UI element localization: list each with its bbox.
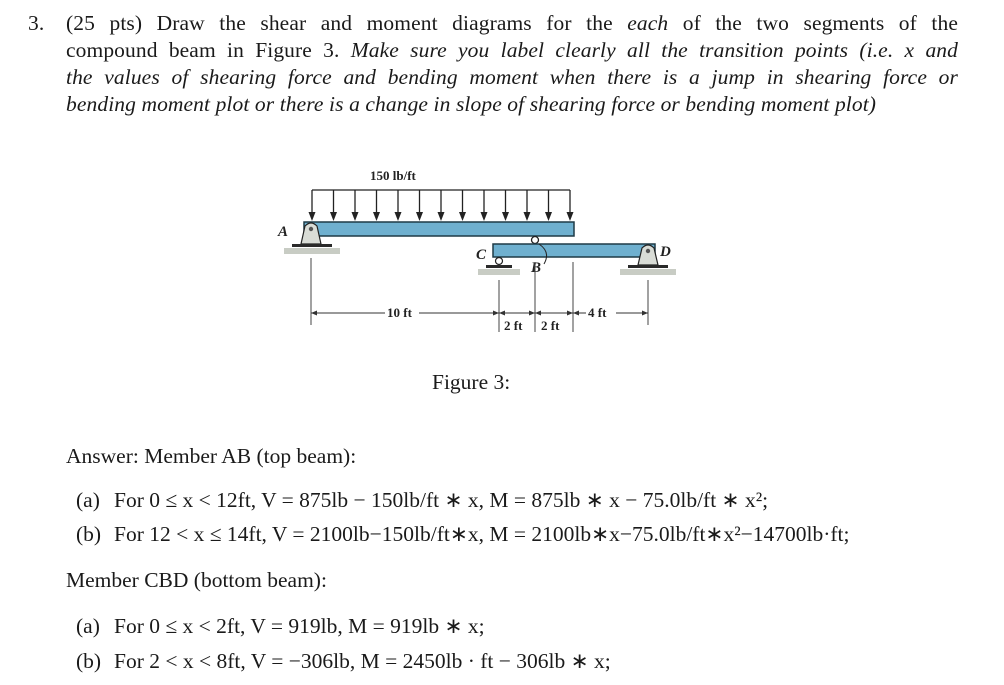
problem-line-3: the values of shearing force and bending… (66, 65, 958, 89)
problem-line-4: bending moment plot or there is a change… (66, 92, 877, 116)
problem-statement: 3. (25 pts) Draw the shear and moment di… (28, 10, 958, 118)
problem-line-2-plain: compound beam in Figure 3. (66, 38, 351, 62)
member-ab-heading: Answer: Member AB (top beam): (66, 444, 357, 468)
beam-diagram: 150 lb/ft A C B D 10 ft 2 ft 2 ft 4 ft (277, 168, 676, 333)
point-c-label: C (476, 247, 487, 263)
problem-line-2-italic: Make sure you label clearly all the tran… (350, 38, 958, 62)
load-arrows (308, 190, 574, 221)
dimension-label-d: 4 ft (588, 305, 607, 320)
distributed-load-label: 150 lb/ft (370, 168, 417, 183)
problem-line-1-emphasis: each (627, 11, 669, 35)
case-equation: For 2 < x < 8ft, V = −306lb, M = 2450lb … (114, 649, 611, 673)
dimension-label-b-end: 2 ft (541, 318, 560, 333)
problem-number: 3. (28, 11, 45, 35)
case-equation: For 0 ≤ x < 12ft, V = 875lb − 150lb/ft ∗… (114, 488, 769, 512)
member-ab-case-a: (a) For 0 ≤ x < 12ft, V = 875lb − 150lb/f… (76, 488, 768, 513)
load-arrow-head (523, 212, 531, 221)
compound-beam-figure: 150 lb/ft A C B D 10 ft 2 ft 2 ft 4 ft (268, 160, 698, 340)
problem-line-1-plain: (25 pts) Draw the shear and moment diagr… (66, 11, 628, 35)
member-cbd-heading: Member CBD (bottom beam): (66, 568, 327, 592)
case-label: (a) (76, 488, 100, 512)
member-cbd-case-b: (b) For 2 < x < 8ft, V = −306lb, M = 2450… (76, 649, 611, 674)
dimension-label-cb: 2 ft (504, 318, 523, 333)
load-arrow-head (416, 212, 423, 221)
case-equation: For 0 ≤ x < 2ft, V = 919lb, M = 919lb ∗ … (114, 614, 485, 638)
load-arrow-head (308, 212, 316, 221)
case-label: (a) (76, 614, 100, 638)
point-d-label: D (659, 244, 671, 260)
load-arrow-head (437, 212, 445, 221)
load-arrow-head (459, 212, 466, 221)
case-label: (b) (76, 522, 102, 546)
bottom-beam-cbd (492, 243, 656, 258)
figure-caption: Figure 3: (432, 370, 511, 394)
member-cbd-case-a: (a) For 0 ≤ x < 2ft, V = 919lb, M = 919lb… (76, 614, 485, 639)
dimension-label-ac: 10 ft (387, 305, 413, 320)
load-arrow-head (545, 212, 552, 221)
load-arrow-head (480, 212, 488, 221)
load-arrow-head (566, 212, 574, 221)
load-arrow-head (373, 212, 380, 221)
member-ab-case-b: (b) For 12 < x ≤ 14ft, V = 2100lb−150lb/f… (76, 522, 850, 547)
point-a-label: A (277, 224, 288, 240)
problem-line-1-rest: of the two segments of the (668, 11, 958, 35)
case-equation: For 12 < x ≤ 14ft, V = 2100lb−150lb/ft∗x… (114, 522, 850, 546)
point-b-label: B (530, 260, 541, 276)
load-arrow-head (502, 212, 509, 221)
case-label: (b) (76, 649, 102, 673)
problem-line-1: (25 pts) Draw the shear and moment diagr… (66, 10, 958, 37)
problem-text: (25 pts) Draw the shear and moment diagr… (66, 10, 958, 118)
load-arrow-head (330, 212, 337, 221)
load-arrow-head (351, 212, 359, 221)
top-beam-ab (303, 221, 575, 237)
hinge-b (530, 235, 540, 245)
problem-line-2: compound beam in Figure 3. Make sure you… (66, 37, 958, 64)
load-arrow-head (394, 212, 402, 221)
